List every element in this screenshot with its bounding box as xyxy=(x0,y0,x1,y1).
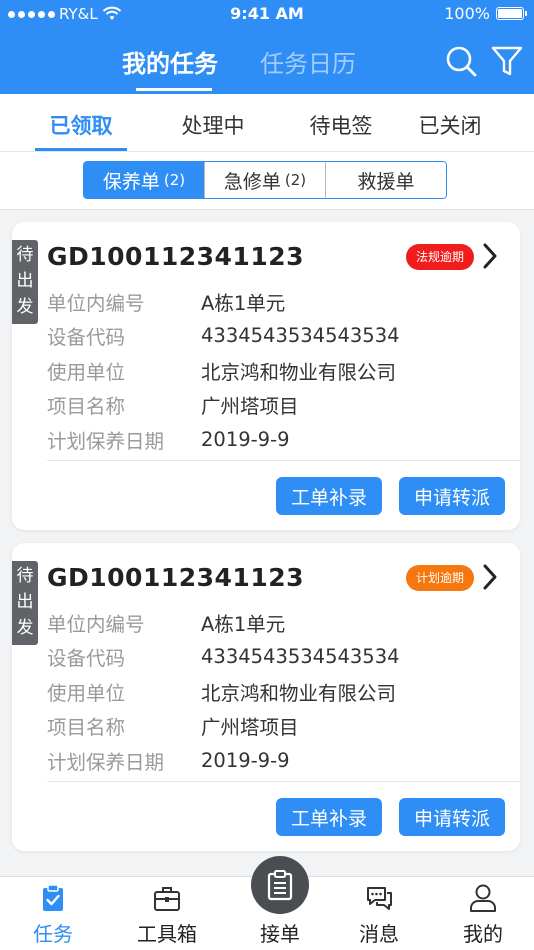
order-type-bar: 保养单 (2) 急修单 (2) 救援单 xyxy=(0,152,534,210)
status-tag: 待 出 发 xyxy=(12,561,38,645)
status-tag-char: 出 xyxy=(16,592,34,612)
detail-row: 单位内编号 A栋1单元 xyxy=(47,284,400,319)
status-tag-char: 发 xyxy=(16,618,34,638)
detail-label: 设备代码 xyxy=(47,326,126,350)
status-tag-char: 待 xyxy=(16,566,34,586)
chat-icon xyxy=(367,887,392,910)
task-card[interactable]: 待 出 发 GD100112341123 法规逾期 单位内编号 A栋1单元 设备代… xyxy=(12,222,520,530)
order-number: GD100112341123 xyxy=(47,563,305,592)
document-icon xyxy=(267,870,293,901)
card-divider xyxy=(47,460,520,461)
detail-value: A栋1单元 xyxy=(201,291,286,315)
detail-row: 单位内编号 A栋1单元 xyxy=(47,605,400,640)
detail-value: A栋1单元 xyxy=(201,612,286,636)
detail-value: 广州塔项目 xyxy=(201,716,299,740)
battery-percent: 100% xyxy=(444,4,490,23)
segment-emergency-repair[interactable]: 急修单 (2) xyxy=(204,162,325,198)
detail-value: 广州塔项目 xyxy=(201,395,299,419)
chevron-right-icon[interactable] xyxy=(482,563,498,591)
detail-value: 2019-9-9 xyxy=(201,748,290,772)
detail-row: 项目名称 广州塔项目 xyxy=(47,709,400,744)
detail-value: 北京鸿和物业有限公司 xyxy=(201,360,397,384)
detail-label: 使用单位 xyxy=(47,360,126,384)
supplement-order-button[interactable]: 工单补录 xyxy=(276,477,382,515)
nav-label: 接单 xyxy=(260,922,300,946)
segment-rescue[interactable]: 救援单 xyxy=(325,162,446,198)
detail-label: 项目名称 xyxy=(47,395,126,419)
tab-task-calendar[interactable]: 任务日历 xyxy=(260,44,356,79)
status-tabs: 已领取 处理中 待电签 已关闭 xyxy=(0,94,534,152)
detail-list: 单位内编号 A栋1单元 设备代码 4334543534543534 使用单位 北京鸿和… xyxy=(47,605,400,778)
battery-info: 100% xyxy=(444,4,527,23)
tab-processing[interactable]: 处理中 xyxy=(163,110,263,140)
toolbox-icon xyxy=(154,887,180,911)
card-divider xyxy=(47,781,520,782)
request-transfer-button[interactable]: 申请转派 xyxy=(399,477,505,515)
status-tag-char: 待 xyxy=(16,245,34,265)
filter-icon[interactable] xyxy=(490,44,524,78)
chevron-right-icon[interactable] xyxy=(482,242,498,270)
clipboard-check-icon xyxy=(43,884,63,911)
nav-label: 工具箱 xyxy=(137,922,197,946)
overdue-badge: 计划逾期 xyxy=(405,565,474,591)
request-transfer-button[interactable]: 申请转派 xyxy=(399,798,505,836)
nav-item-messages[interactable]: 消息 xyxy=(334,877,424,950)
detail-row: 设备代码 4334543534543534 xyxy=(47,640,400,675)
detail-label: 计划保养日期 xyxy=(47,429,165,453)
status-bar: RY&L 9:41 AM 100% xyxy=(0,0,534,28)
segment-count: (2) xyxy=(163,171,186,189)
order-number: GD100112341123 xyxy=(47,242,305,271)
detail-value: 北京鸿和物业有限公司 xyxy=(201,681,397,705)
detail-label: 单位内编号 xyxy=(47,612,145,636)
detail-value: 4334543534543534 xyxy=(201,645,400,669)
nav-label: 任务 xyxy=(33,922,73,946)
detail-label: 项目名称 xyxy=(47,716,126,740)
segment-label: 保养单 xyxy=(102,170,160,193)
tab-my-tasks[interactable]: 我的任务 xyxy=(122,44,218,79)
tab-pending-signature[interactable]: 待电签 xyxy=(291,110,391,140)
segment-maintenance[interactable]: 保养单 (2) xyxy=(84,162,204,198)
overdue-badge: 法规逾期 xyxy=(405,244,474,270)
detail-list: 单位内编号 A栋1单元 设备代码 4334543534543534 使用单位 北京鸿和… xyxy=(47,284,400,457)
detail-label: 设备代码 xyxy=(47,647,126,671)
detail-label: 单位内编号 xyxy=(47,291,145,315)
nav-item-toolbox[interactable]: 工具箱 xyxy=(122,877,212,950)
order-type-segmented-control: 保养单 (2) 急修单 (2) 救援单 xyxy=(83,161,447,199)
nav-label: 我的 xyxy=(463,922,503,946)
segment-label: 急修单 xyxy=(223,170,281,193)
task-card[interactable]: 待 出 发 GD100112341123 计划逾期 单位内编号 A栋1单元 设备代… xyxy=(12,543,520,851)
detail-row: 项目名称 广州塔项目 xyxy=(47,388,400,423)
detail-value: 2019-9-9 xyxy=(201,427,290,451)
detail-label: 计划保养日期 xyxy=(47,750,165,774)
status-tag-char: 出 xyxy=(16,271,34,291)
segment-count: (2) xyxy=(284,171,307,189)
detail-label: 使用单位 xyxy=(47,681,126,705)
nav-item-profile[interactable]: 我的 xyxy=(438,877,528,950)
top-tab-indicator xyxy=(136,88,212,91)
status-tag: 待 出 发 xyxy=(12,240,38,324)
tab-closed[interactable]: 已关闭 xyxy=(400,110,500,140)
app-header: RY&L 9:41 AM 100% 我的任务 任务日历 xyxy=(0,0,534,94)
tab-received[interactable]: 已领取 xyxy=(31,110,131,140)
detail-row: 计划保养日期 2019-9-9 xyxy=(47,743,400,778)
nav-label: 消息 xyxy=(359,922,399,946)
detail-row: 使用单位 北京鸿和物业有限公司 xyxy=(47,674,400,709)
detail-value: 4334543534543534 xyxy=(201,324,400,348)
detail-row: 设备代码 4334543534543534 xyxy=(47,319,400,354)
detail-row: 计划保养日期 2019-9-9 xyxy=(47,422,400,457)
supplement-order-button[interactable]: 工单补录 xyxy=(276,798,382,836)
detail-row: 使用单位 北京鸿和物业有限公司 xyxy=(47,353,400,388)
user-icon xyxy=(470,884,496,912)
segment-label: 救援单 xyxy=(357,170,415,193)
status-tab-indicator xyxy=(35,148,127,151)
battery-icon xyxy=(496,7,527,20)
status-tag-char: 发 xyxy=(16,297,34,317)
search-icon[interactable] xyxy=(444,44,478,78)
nav-item-tasks[interactable]: 任务 xyxy=(8,877,98,950)
accept-order-button[interactable] xyxy=(251,856,309,914)
